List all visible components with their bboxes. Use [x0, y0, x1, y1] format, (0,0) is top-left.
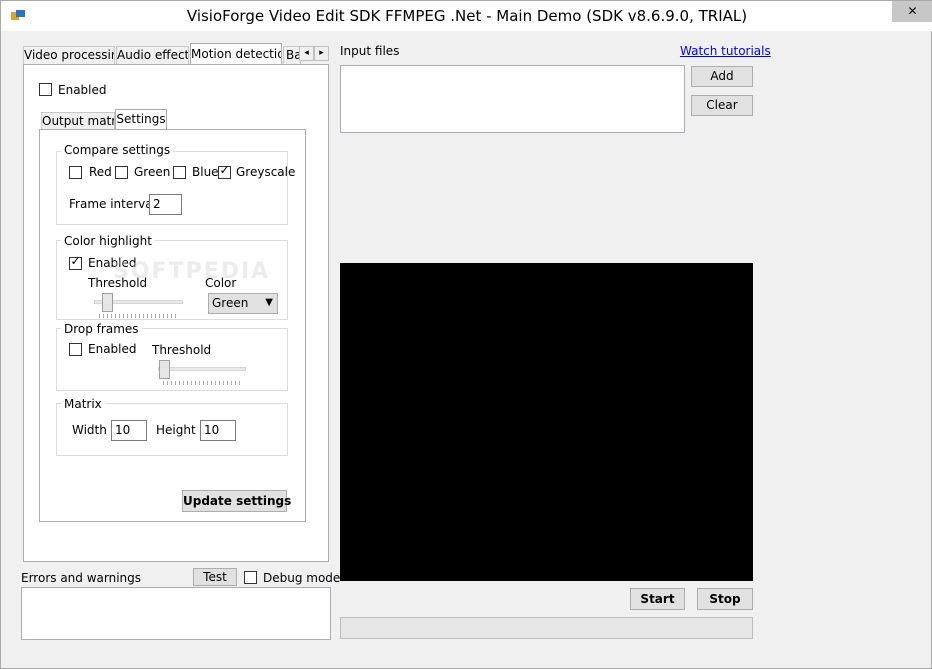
check-icon: ✓	[219, 163, 230, 177]
motion-enabled-checkbox[interactable]	[39, 83, 52, 96]
green-checkbox[interactable]	[115, 166, 128, 179]
green-label: Green	[134, 165, 171, 179]
matrix-title: Matrix	[61, 397, 105, 411]
drop-enabled-label: Enabled	[88, 342, 137, 356]
close-button[interactable]: ✕	[892, 1, 932, 22]
clear-button[interactable]: Clear	[691, 95, 753, 116]
tab-scroll-right-button[interactable]: ▸	[314, 46, 329, 61]
blue-label: Blue	[192, 165, 219, 179]
frame-interval-input[interactable]: 2	[149, 194, 182, 215]
red-label: Red	[89, 165, 112, 179]
matrix-height-input[interactable]: 10	[200, 420, 236, 441]
matrix-width-label: Width	[72, 423, 107, 437]
highlight-threshold-ticks	[99, 314, 179, 318]
tab-audio-effects[interactable]: Audio effects	[116, 46, 189, 65]
errors-label: Errors and warnings	[21, 571, 142, 585]
drop-threshold-track	[158, 367, 246, 371]
greyscale-checkbox[interactable]: ✓	[218, 163, 231, 179]
progress-bar	[340, 617, 753, 639]
drop-threshold-slider[interactable]	[159, 360, 170, 379]
highlight-color-value: Green	[212, 296, 249, 310]
update-settings-button[interactable]: Update settings	[182, 490, 291, 512]
greyscale-label: Greyscale	[236, 165, 296, 179]
video-preview	[340, 263, 753, 581]
start-button[interactable]: Start	[630, 588, 685, 610]
test-button[interactable]: Test	[193, 568, 237, 586]
input-files-label: Input files	[340, 44, 400, 58]
matrix-width-input[interactable]: 10	[111, 420, 147, 441]
drop-enabled-checkbox[interactable]	[69, 343, 82, 356]
drop-frames-title: Drop frames	[61, 322, 142, 336]
frame-interval-label: Frame interval	[69, 197, 156, 211]
title-bar: VisioForge Video Edit SDK FFMPEG .Net - …	[1, 1, 932, 31]
errors-textbox[interactable]	[21, 587, 331, 640]
tab-motion-detection[interactable]: Motion detection	[190, 43, 282, 65]
add-button[interactable]: Add	[691, 66, 753, 87]
debug-mode-label: Debug mode	[263, 571, 341, 585]
debug-mode-checkbox[interactable]	[244, 571, 257, 584]
settings-panel: Compare settings Red Green Blue ✓ Greysc…	[39, 129, 306, 522]
check-icon: ✓	[70, 254, 81, 268]
compare-settings-title: Compare settings	[61, 143, 174, 157]
stop-button[interactable]: Stop	[697, 588, 753, 610]
input-files-list[interactable]	[340, 65, 685, 133]
tab-settings[interactable]: Settings	[115, 109, 167, 130]
window-title: VisioForge Video Edit SDK FFMPEG .Net - …	[186, 7, 748, 25]
color-highlight-title: Color highlight	[61, 234, 155, 248]
tab-output-matrix[interactable]: Output matrix	[41, 112, 115, 130]
drop-threshold-ticks	[163, 381, 243, 385]
tab-scroll-left-button[interactable]: ◂	[299, 46, 314, 61]
watermark: SOFTPEDIA	[113, 259, 271, 284]
blue-checkbox[interactable]	[173, 166, 186, 179]
highlight-color-select[interactable]: Green ▼	[208, 293, 278, 314]
highlight-enabled-checkbox[interactable]: ✓	[69, 254, 82, 270]
main-window: VisioForge Video Edit SDK FFMPEG .Net - …	[0, 0, 932, 669]
matrix-height-label: Height	[156, 423, 196, 437]
tab-video-processing[interactable]: Video processing	[23, 46, 115, 65]
drop-threshold-label: Threshold	[152, 343, 212, 357]
watch-tutorials-link[interactable]: Watch tutorials	[680, 44, 771, 58]
highlight-threshold-slider[interactable]	[101, 293, 113, 312]
motion-detection-panel: Enabled Output matrix Settings Compare s…	[23, 64, 329, 562]
motion-enabled-label: Enabled	[58, 83, 107, 97]
red-checkbox[interactable]	[69, 166, 82, 179]
chevron-down-icon: ▼	[265, 297, 273, 308]
